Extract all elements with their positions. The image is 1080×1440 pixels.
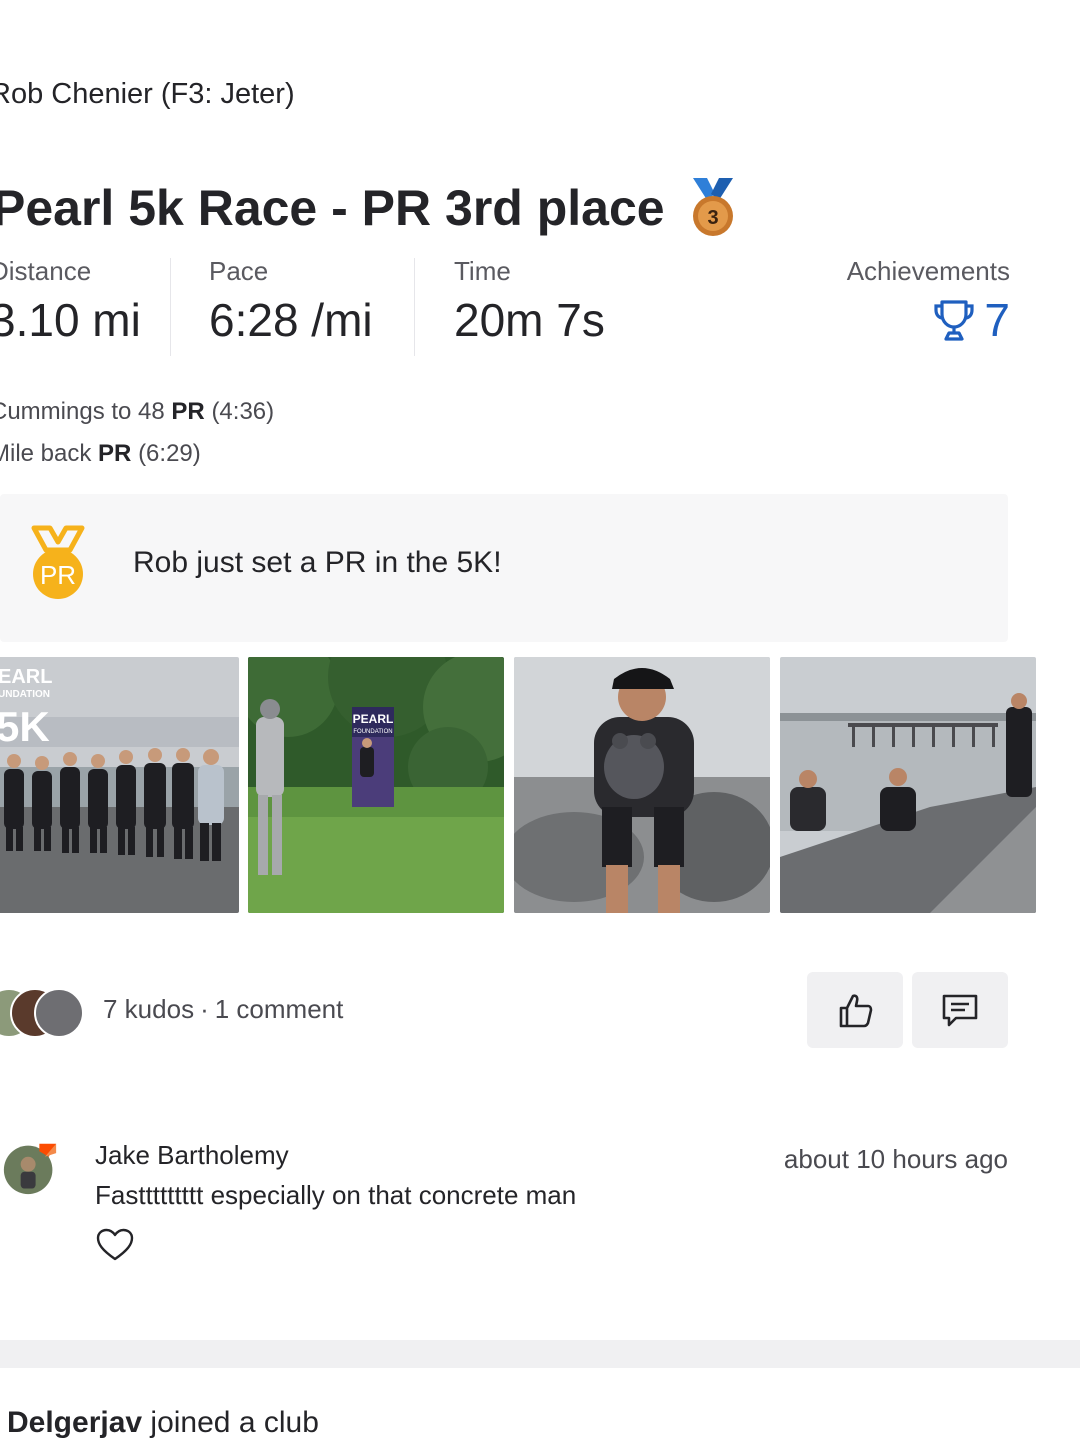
commenter-name[interactable]: Jake Bartholemy [95, 1140, 289, 1171]
stat-label: Pace [209, 256, 269, 286]
stat-time: Time 20m 7s [454, 256, 605, 347]
comment-timestamp: about 10 hours ago [783, 1144, 1008, 1174]
comment-text: Fasttttttttt especially on that concrete… [95, 1180, 577, 1210]
stat-divider [170, 258, 171, 356]
activity-title[interactable]: Pearl 5k Race - PR 3rd place 3 [0, 178, 739, 238]
stat-value: 20m 7s [454, 294, 605, 346]
achievements-label: Achievements [846, 256, 1010, 286]
comment-icon [942, 994, 978, 1027]
group-photo-image: EARL UNDATION 5K [0, 657, 239, 913]
dog-photo-image [514, 657, 770, 913]
segment-time: (6:29) [138, 440, 201, 467]
social-row: 7 kudos · 1 comment [0, 972, 1010, 1048]
activity-title-text[interactable]: Pearl 5k Race - PR 3rd place [0, 179, 665, 237]
pr-card-text: Rob just set a PR in the 5K! [133, 546, 502, 579]
svg-text:UNDATION: UNDATION [0, 689, 50, 700]
photo-strip: EARL UNDATION 5K PEARL FOUNDATION [0, 657, 1080, 913]
banner-photo-image: PEARL FOUNDATION [248, 657, 504, 913]
commenter-avatar[interactable] [2, 1140, 58, 1196]
svg-text:PEARL: PEARL [353, 712, 394, 726]
stat-value: 3.10 mi [0, 294, 141, 346]
kudos-avatars[interactable] [0, 988, 94, 1038]
svg-text:FOUNDATION: FOUNDATION [353, 729, 392, 735]
stat-divider [414, 258, 415, 356]
thumbs-up-icon [839, 994, 873, 1028]
pr-label: PR [98, 440, 132, 467]
stat-label: Time [454, 256, 511, 286]
stat-distance: Distance 3.10 mi [0, 256, 141, 347]
pier-photo-image [780, 657, 1036, 913]
activity-stats: Distance 3.10 mi Pace 6:28 /mi Time 20m … [0, 256, 1010, 356]
bronze-medal-icon: 3 [692, 178, 733, 236]
activity-feed: Rob Chenier (F3: Jeter) Pearl 5k Race - … [0, 0, 1080, 1440]
pr-medal-icon: PR [31, 525, 85, 599]
comment-button[interactable] [912, 972, 1008, 1048]
feed-separator [0, 1340, 1080, 1368]
segment-time: (4:36) [211, 398, 275, 425]
segment-name: Cummings to 48 [0, 398, 165, 425]
comment: Jake Bartholemy about 10 hours ago Fastt… [0, 1136, 1010, 1276]
athlete-link[interactable]: Delgerjav [7, 1406, 142, 1439]
svg-text:PR: PR [40, 560, 76, 590]
achievements-value[interactable]: 7 [847, 293, 1010, 347]
achievements[interactable]: Achievements 7 [847, 256, 1010, 347]
comment-count[interactable]: 1 comment [215, 994, 344, 1024]
svg-text:EARL: EARL [0, 666, 52, 688]
photo-pier[interactable] [780, 657, 1036, 913]
segment-effort[interactable]: Mile back PR (6:29) [0, 440, 201, 468]
stat-pace: Pace 6:28 /mi [209, 256, 373, 347]
kudos-count[interactable]: 7 kudos [103, 994, 194, 1024]
photo-dog[interactable] [514, 657, 770, 913]
pr-label: PR [171, 398, 205, 425]
kudos-summary[interactable]: 7 kudos · 1 comment [103, 994, 343, 1025]
separator-dot: · [200, 994, 209, 1024]
stat-value: 6:28 /mi [209, 294, 373, 346]
trophy-icon [934, 300, 975, 341]
svg-text:5K: 5K [0, 703, 50, 750]
segment-name: Mile back [0, 440, 92, 467]
avatar [34, 988, 84, 1038]
segment-effort[interactable]: Cummings to 48 PR (4:36) [0, 398, 274, 426]
give-kudos-button[interactable] [807, 972, 903, 1048]
feed-item-action: joined a club [150, 1406, 319, 1439]
achievements-count: 7 [984, 294, 1010, 346]
heart-icon[interactable] [96, 1228, 134, 1262]
pr-highlight-card[interactable]: PR Rob just set a PR in the 5K! [0, 494, 1008, 642]
photo-banner[interactable]: PEARL FOUNDATION [248, 657, 504, 913]
photo-group[interactable]: EARL UNDATION 5K [0, 657, 239, 913]
feed-item-club-join[interactable]: Delgerjav joined a club [7, 1406, 319, 1440]
stat-label: Distance [0, 256, 92, 286]
athlete-name[interactable]: Rob Chenier (F3: Jeter) [0, 78, 295, 111]
svg-text:3: 3 [707, 207, 718, 229]
